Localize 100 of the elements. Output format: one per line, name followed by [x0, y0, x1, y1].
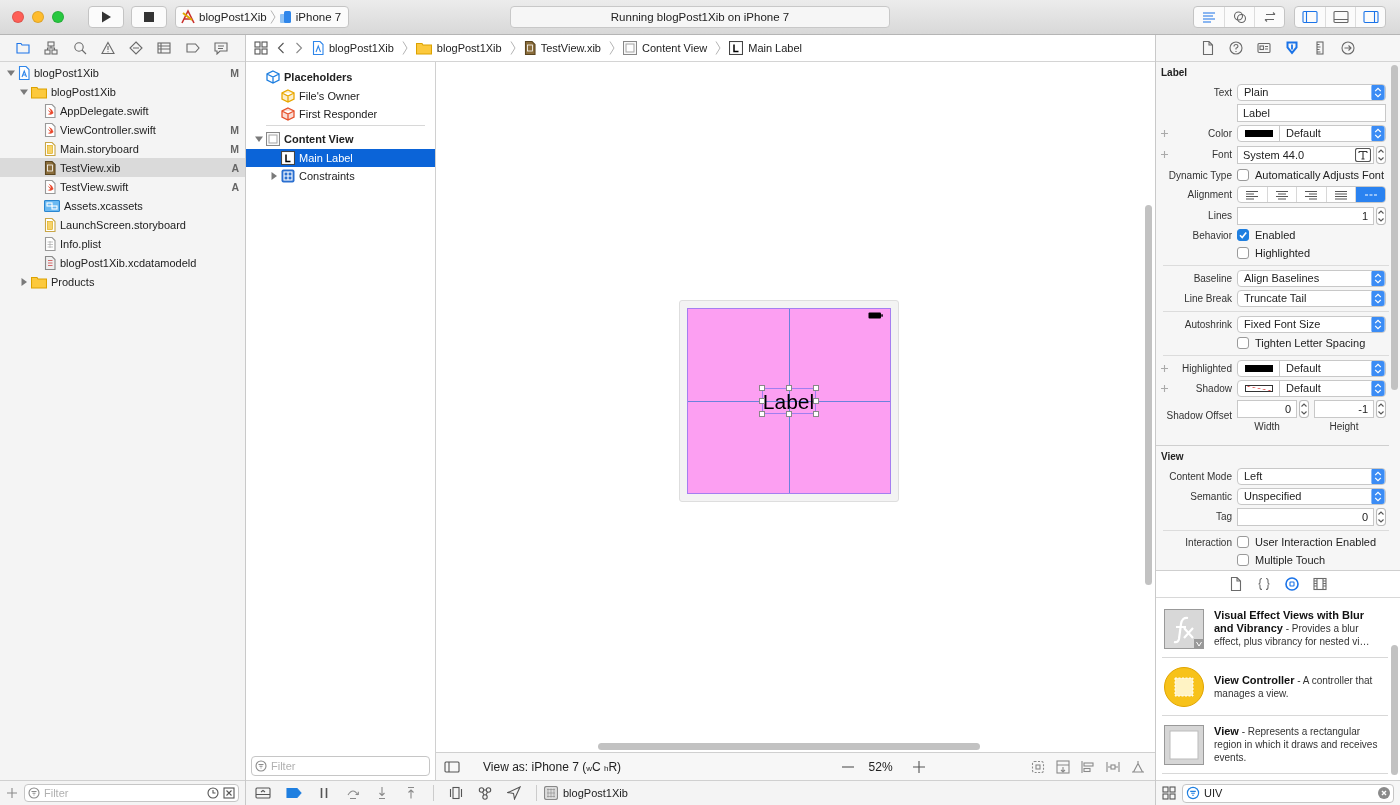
debug-area-icon[interactable]: [255, 786, 271, 800]
checkbox-label[interactable]: Tighten Letter Spacing: [1255, 337, 1366, 349]
filter-field[interactable]: Filter: [24, 784, 239, 802]
file-row[interactable]: blogPost1Xib: [0, 82, 245, 101]
zoom-button[interactable]: [52, 11, 64, 23]
breadcrumb-item[interactable]: Content View: [623, 41, 708, 55]
file-row[interactable]: blogPost1Xib M: [0, 63, 245, 82]
font-field[interactable]: System 44.0: [1237, 145, 1374, 164]
scheme-selector[interactable]: blogPost1Xib iPhone 7: [175, 6, 350, 28]
film-icon[interactable]: [1313, 577, 1327, 591]
checkbox-label[interactable]: User Interaction Enabled: [1255, 536, 1377, 548]
id-card-icon[interactable]: [1257, 41, 1271, 55]
hierarchy-icon[interactable]: [44, 41, 59, 55]
update-frames-icon[interactable]: [1056, 759, 1070, 774]
checkbox-label[interactable]: Automatically Adjusts Font: [1255, 169, 1384, 181]
speech-bubble-icon[interactable]: [213, 41, 228, 55]
checkbox[interactable]: [1237, 229, 1249, 241]
outline-row[interactable]: Placeholders: [246, 66, 435, 87]
add-icon[interactable]: [1160, 383, 1169, 393]
shield-icon[interactable]: [1285, 41, 1299, 55]
file-row[interactable]: LaunchScreen.storyboard: [0, 215, 245, 234]
help-icon[interactable]: [1229, 41, 1243, 55]
outline-row[interactable]: File's Owner: [246, 87, 435, 105]
breakpoint-icon[interactable]: [286, 787, 302, 799]
close-button[interactable]: [12, 11, 24, 23]
outline-row[interactable]: Constraints: [246, 167, 435, 185]
popup-button[interactable]: Truncate Tail: [1237, 289, 1386, 307]
add-icon[interactable]: [1160, 363, 1169, 373]
text-field[interactable]: Label: [1237, 103, 1386, 122]
checkbox[interactable]: [1237, 169, 1249, 181]
document-icon[interactable]: [1201, 41, 1215, 55]
zoom-level[interactable]: 52%: [868, 759, 893, 774]
ruler-icon[interactable]: [1313, 41, 1327, 55]
outline-row[interactable]: Main Label: [246, 149, 435, 167]
number-field[interactable]: 0: [1237, 507, 1374, 526]
back-icon[interactable]: [276, 41, 286, 55]
checkbox-label[interactable]: Highlighted: [1255, 247, 1311, 259]
view-debugger-icon[interactable]: [449, 786, 463, 800]
scrollbar[interactable]: [1391, 65, 1398, 390]
resize-handle[interactable]: [785, 385, 792, 391]
library-item[interactable]: View Controller - A controller that manages a view.: [1162, 658, 1388, 716]
breadcrumb-item[interactable]: TestView.xib: [523, 41, 601, 55]
scrollbar[interactable]: [1390, 645, 1398, 775]
checkbox[interactable]: [1237, 536, 1249, 548]
related-items-icon[interactable]: [254, 41, 268, 55]
file-row[interactable]: TestView.xib A: [0, 158, 245, 177]
number-field[interactable]: 1: [1237, 206, 1374, 225]
checkbox-label[interactable]: Enabled: [1255, 229, 1296, 241]
stepper[interactable]: [1376, 400, 1386, 418]
checkbox[interactable]: [1237, 247, 1249, 259]
stepper[interactable]: [1376, 145, 1386, 164]
embed-icon[interactable]: [1031, 759, 1045, 774]
forward-icon[interactable]: [294, 41, 304, 55]
file-row[interactable]: Info.plist: [0, 234, 245, 253]
file-row[interactable]: Assets.xcassets: [0, 196, 245, 215]
filter-input[interactable]: Filter: [271, 760, 426, 772]
clear-icon[interactable]: [1378, 787, 1390, 799]
stop-button[interactable]: [131, 6, 167, 28]
color-popup[interactable]: Default: [1237, 359, 1386, 377]
close-box-icon[interactable]: [223, 787, 235, 799]
popup-button[interactable]: Unspecified: [1237, 487, 1386, 505]
outline-row[interactable]: First Responder: [246, 105, 435, 123]
device-name[interactable]: iPhone 7: [295, 11, 342, 23]
alignment-control[interactable]: [1237, 186, 1386, 203]
stepper[interactable]: [1376, 206, 1386, 225]
file-row[interactable]: Products: [0, 272, 245, 291]
library-item[interactable]: View - Represents a rectangular region in which it draws and receives events.: [1162, 716, 1388, 774]
disclosure-triangle-icon[interactable]: [269, 171, 279, 181]
pin-icon[interactable]: [1106, 759, 1120, 774]
popup-button[interactable]: Left: [1237, 467, 1386, 485]
run-button[interactable]: [88, 6, 124, 28]
file-row[interactable]: AppDelegate.swift: [0, 101, 245, 120]
search-field[interactable]: UIV: [1182, 783, 1394, 803]
zoom-in-icon[interactable]: [911, 759, 926, 774]
color-popup[interactable]: Default: [1237, 379, 1386, 397]
file-row[interactable]: Main.storyboard M: [0, 139, 245, 158]
disclosure-triangle-icon[interactable]: [19, 276, 29, 287]
file-row[interactable]: TestView.swift A: [0, 177, 245, 196]
outline-row[interactable]: Content View: [246, 128, 435, 149]
breadcrumb-item[interactable]: blogPost1Xib: [312, 41, 394, 55]
popup-button[interactable]: Fixed Font Size: [1237, 315, 1386, 333]
list-icon[interactable]: [157, 41, 172, 55]
align-icon[interactable]: [1081, 759, 1095, 774]
search-icon[interactable]: [72, 41, 87, 55]
resize-handle[interactable]: [785, 411, 792, 417]
editor-mode-control[interactable]: [1193, 6, 1285, 28]
breadcrumb-item[interactable]: Main Label: [729, 41, 803, 55]
diamond-icon[interactable]: [129, 41, 144, 55]
number-field[interactable]: -1: [1314, 400, 1374, 418]
process-selector[interactable]: blogPost1Xib: [544, 786, 628, 800]
scrollbar[interactable]: [598, 742, 980, 750]
color-popup[interactable]: Default: [1237, 124, 1386, 142]
checkbox[interactable]: [1237, 337, 1249, 349]
scheme-name[interactable]: blogPost1Xib: [199, 11, 267, 23]
popup-button[interactable]: Plain: [1237, 83, 1386, 101]
file-row[interactable]: blogPost1Xib.xcdatamodeld: [0, 253, 245, 272]
tag-icon[interactable]: [185, 41, 200, 55]
stepper[interactable]: [1299, 400, 1309, 418]
panel-toggle-control[interactable]: [1294, 6, 1386, 28]
arrow-circle-icon[interactable]: [1341, 41, 1355, 55]
